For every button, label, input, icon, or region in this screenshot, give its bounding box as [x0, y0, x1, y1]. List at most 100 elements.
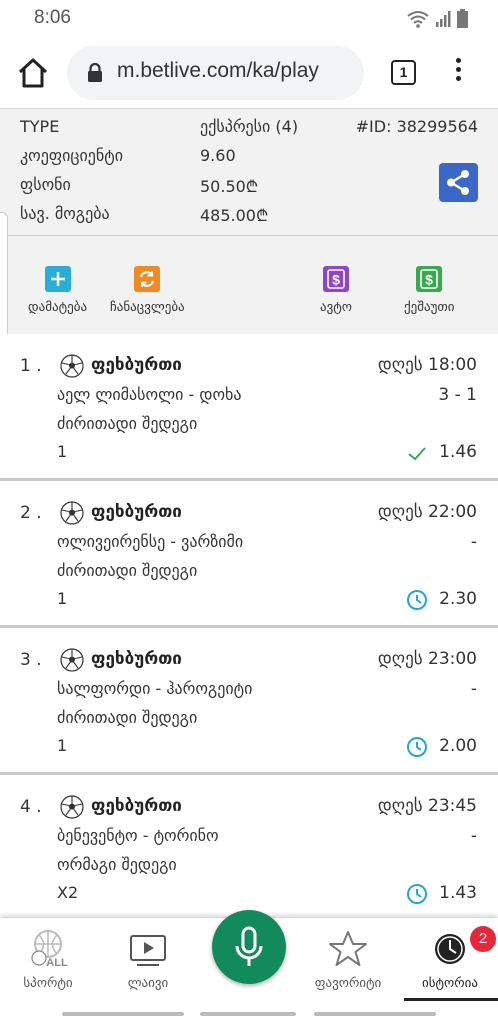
- bet-market: ორმაგი შედეგი: [57, 855, 177, 874]
- match-score: -: [470, 679, 477, 699]
- cashout-button[interactable]: $ ქეშაუთი: [404, 266, 455, 315]
- auto-label: ავტო: [320, 300, 352, 315]
- history-icon: [429, 928, 471, 970]
- bet-pick: 1: [57, 589, 68, 608]
- svg-text:$: $: [332, 272, 340, 288]
- ticket-type-value: ექსპრესი (4): [200, 117, 299, 136]
- cashout-label: ქეშაუთი: [404, 300, 455, 315]
- tab-switcher-button[interactable]: 1: [391, 60, 416, 85]
- clock-icon: [407, 590, 427, 610]
- soccer-ball-icon: [60, 354, 84, 378]
- bet-odds: 1.43: [439, 883, 477, 903]
- wifi-icon: [407, 10, 429, 28]
- sport-name: ფეხბურთი: [91, 502, 182, 522]
- bet-item[interactable]: 4 . ფეხბურთი დღეს 23:45 ბენევენტო - ტორი…: [0, 775, 498, 921]
- match-teams: სალფორდი - ჰაროგეიტი: [57, 679, 253, 698]
- match-time: დღეს 18:00: [377, 355, 477, 375]
- clock-icon: [407, 737, 427, 757]
- clock-icon: [407, 884, 427, 904]
- microphone-icon: [235, 926, 263, 966]
- bet-pick: 1: [57, 736, 68, 755]
- bet-odds: 2.00: [439, 736, 477, 756]
- bet-number: 3 .: [20, 650, 42, 670]
- sports-icon-text: ALL: [46, 957, 68, 969]
- ticket-type-row: TYPE ექსპრესი (4) #ID: 38299564: [0, 113, 498, 141]
- signal-icon: [436, 10, 451, 27]
- sport-name: ფეხბურთი: [91, 796, 182, 816]
- coef-value: 9.60: [200, 146, 236, 165]
- win-label: სავ. მოგება: [20, 204, 110, 223]
- soccer-ball-icon: [60, 501, 84, 525]
- sport-name: ფეხბურთი: [91, 649, 182, 669]
- home-button[interactable]: [16, 56, 50, 90]
- system-gesture-bar: [0, 1004, 498, 1024]
- active-tab-indicator: [404, 998, 498, 1001]
- auto-button[interactable]: $ ავტო: [320, 266, 352, 315]
- gesture-pill: [200, 1012, 296, 1016]
- nav-sports-label: სპორტი: [23, 976, 73, 991]
- status-bar: 8:06: [0, 0, 498, 38]
- gesture-pill: [62, 1012, 184, 1016]
- swap-icon: [134, 266, 161, 292]
- share-button[interactable]: [439, 163, 478, 202]
- bet-number: 2 .: [20, 503, 42, 523]
- history-badge: 2: [470, 926, 496, 952]
- add-label: დამატება: [28, 300, 88, 315]
- check-icon: [408, 447, 426, 461]
- browser-menu-button[interactable]: [452, 58, 464, 88]
- bottom-navigation: ALL სპორტი ლაივი ფავორიტი ისტორია 2: [0, 910, 498, 1004]
- dollar-icon: $: [416, 266, 443, 292]
- ticket-summary: TYPE ექსპრესი (4) #ID: 38299564 კოეფიციე…: [0, 108, 498, 236]
- add-button[interactable]: დამატება: [28, 266, 87, 315]
- share-icon: [447, 170, 469, 195]
- match-teams: აელ ლიმასოლი - დოხა: [57, 385, 242, 404]
- dollar-icon: $: [323, 266, 349, 292]
- nav-favorites-label: ფავორიტი: [314, 976, 382, 991]
- plus-icon: [44, 266, 71, 292]
- bet-pick: 1: [57, 442, 68, 461]
- nav-live[interactable]: ლაივი: [103, 928, 193, 991]
- match-time: დღეს 23:45: [377, 796, 477, 816]
- replace-label: ჩანაცვლება: [110, 300, 185, 315]
- svg-text:$: $: [425, 272, 433, 288]
- bet-odds: 1.46: [439, 442, 477, 462]
- soccer-ball-icon: [60, 648, 84, 672]
- nav-sports[interactable]: ALL სპორტი: [3, 928, 93, 991]
- sport-name: ფეხბურთი: [91, 355, 182, 375]
- bet-market: ძირითადი შედეგი: [57, 561, 198, 580]
- match-teams: ოლივეირენსე - ვარზიმი: [57, 532, 244, 551]
- bet-number: 1 .: [20, 356, 42, 376]
- match-time: დღეს 23:00: [377, 649, 477, 669]
- bet-market: ძირითადი შედეგი: [57, 708, 198, 727]
- nav-favorites[interactable]: ფავორიტი: [303, 928, 393, 991]
- lock-icon: [88, 63, 102, 82]
- nav-live-label: ლაივი: [127, 976, 169, 991]
- coef-label: კოეფიციენტი: [20, 146, 124, 165]
- stake-label: ფსონი: [20, 175, 71, 194]
- status-icons: [407, 9, 468, 28]
- gesture-pill: [314, 1012, 436, 1016]
- voice-search-button[interactable]: [212, 910, 286, 984]
- match-score: -: [470, 532, 477, 552]
- url-text: m.betlive.com/ka/play: [117, 59, 319, 82]
- bet-item[interactable]: 2 . ფეხბურთი დღეს 22:00 ოლივეირენსე - ვა…: [0, 481, 498, 627]
- ticket-type-label: TYPE: [20, 117, 60, 136]
- status-time: 8:06: [34, 7, 71, 28]
- address-bar[interactable]: m.betlive.com/ka/play: [67, 46, 364, 100]
- match-score: -: [470, 826, 477, 846]
- ticket-stake-row: ფსონი 50.50₾: [0, 171, 498, 199]
- star-icon: [327, 928, 369, 970]
- browser-toolbar: m.betlive.com/ka/play 1: [0, 38, 498, 108]
- bet-market: ძირითადი შედეგი: [57, 414, 198, 433]
- bet-item[interactable]: 1 . ფეხბურთი დღეს 18:00 აელ ლიმასოლი - დ…: [0, 334, 498, 480]
- stake-value: 50.50₾: [200, 177, 259, 196]
- battery-icon: [457, 9, 468, 28]
- bet-item[interactable]: 3 . ფეხბურთი დღეს 23:00 სალფორდი - ჰაროგ…: [0, 628, 498, 774]
- match-score: 3 - 1: [438, 385, 477, 405]
- replace-button[interactable]: ჩანაცვლება: [110, 266, 185, 315]
- bet-number: 4 .: [20, 797, 42, 817]
- bet-pick: X2: [57, 883, 79, 902]
- ticket-win-row: სავ. მოგება 485.00₾: [0, 200, 498, 228]
- soccer-ball-icon: [60, 795, 84, 819]
- match-time: დღეს 22:00: [377, 502, 477, 522]
